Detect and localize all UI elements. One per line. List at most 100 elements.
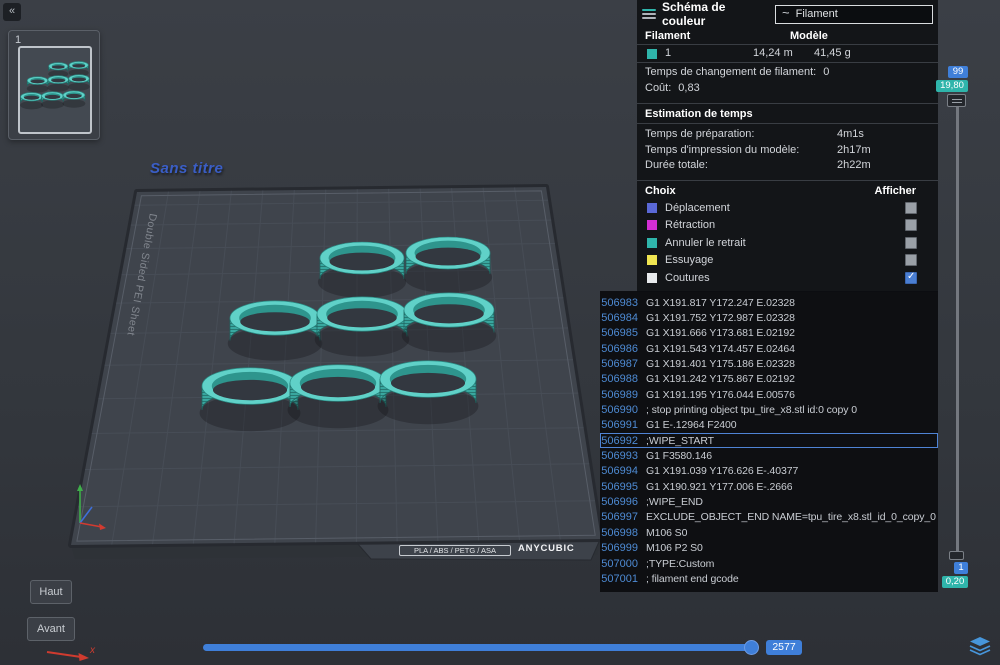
feature-label: Annuler le retrait bbox=[665, 237, 746, 249]
gcode-line-number: 506991 bbox=[600, 419, 646, 431]
gcode-line-text: G1 X191.039 Y176.626 E-.40377 bbox=[646, 465, 798, 477]
gcode-line-number: 507001 bbox=[600, 573, 646, 585]
time-label: Temps de préparation: bbox=[645, 128, 754, 140]
time-label: Temps d'impression du modèle: bbox=[645, 144, 799, 156]
options-list: DéplacementRétractionAnnuler le retraitE… bbox=[637, 200, 938, 288]
stat-label: Temps de changement de filament: bbox=[645, 66, 816, 78]
gcode-line[interactable]: 506999M106 P2 S0 bbox=[600, 541, 938, 556]
gcode-line[interactable]: 506989G1 X191.195 Y176.044 E.00576 bbox=[600, 387, 938, 402]
gcode-line-number: 507000 bbox=[600, 558, 646, 570]
gcode-line[interactable]: 506988G1 X191.242 Y175.867 E.02192 bbox=[600, 372, 938, 387]
move-slider-handle[interactable] bbox=[744, 640, 759, 655]
gcode-line-text: G1 X191.543 Y174.457 E.02464 bbox=[646, 343, 795, 355]
time-value: 2h17m bbox=[837, 144, 871, 156]
layer-slider-handle-bottom[interactable] bbox=[949, 551, 964, 560]
feature-label: Rétraction bbox=[665, 219, 715, 231]
feature-color-swatch bbox=[647, 220, 657, 230]
feature-option-row: Déplacement bbox=[637, 200, 938, 218]
gcode-line-number: 506990 bbox=[600, 404, 646, 416]
gcode-line-number: 506997 bbox=[600, 511, 646, 523]
model-column-label: Modèle bbox=[790, 30, 828, 42]
gcode-line-number: 506993 bbox=[600, 450, 646, 462]
gcode-lines: 506983G1 X191.817 Y172.247 E.02328506984… bbox=[600, 295, 938, 587]
gcode-line[interactable]: 506984G1 X191.752 Y172.987 E.02328 bbox=[600, 310, 938, 325]
move-slider-track[interactable] bbox=[203, 644, 755, 651]
gcode-line[interactable]: 506997EXCLUDE_OBJECT_END NAME=tpu_tire_x… bbox=[600, 510, 938, 525]
gcode-line-text: G1 X190.921 Y177.006 E-.2666 bbox=[646, 481, 792, 493]
feature-visibility-checkbox[interactable] bbox=[905, 237, 917, 249]
gcode-line-text: ;WIPE_START bbox=[646, 435, 714, 447]
gcode-line-number: 506998 bbox=[600, 527, 646, 539]
layer-slider-track[interactable] bbox=[956, 96, 959, 558]
gcode-line-text: ; stop printing object tpu_tire_x8.stl i… bbox=[646, 404, 857, 416]
filament-column-label: Filament bbox=[645, 30, 690, 42]
wave-icon: ~ bbox=[782, 5, 790, 20]
stat-row: Temps de changement de filament: 0 bbox=[645, 66, 930, 82]
gcode-line[interactable]: 507000;TYPE:Custom bbox=[600, 556, 938, 571]
gcode-line-number: 506986 bbox=[600, 343, 646, 355]
gcode-line[interactable]: 506987G1 X191.401 Y175.186 E.02328 bbox=[600, 356, 938, 371]
view-mode-dropdown[interactable]: ~ Filament bbox=[775, 5, 933, 24]
gcode-line[interactable]: 506998M106 S0 bbox=[600, 525, 938, 540]
color-scheme-header: Schéma de couleur ~ Filament bbox=[637, 0, 938, 28]
gcode-line-text: G1 X191.401 Y175.186 E.02328 bbox=[646, 358, 795, 370]
gcode-line-number: 506995 bbox=[600, 481, 646, 493]
gcode-line[interactable]: 506990; stop printing object tpu_tire_x8… bbox=[600, 402, 938, 417]
view-top-button[interactable]: Haut bbox=[30, 580, 72, 604]
layer-top-index-badge: 99 bbox=[948, 66, 968, 78]
app-root: Double Sided PEI Sheet « Sans titre PLA … bbox=[0, 0, 1000, 665]
gcode-line[interactable]: 506992;WIPE_START bbox=[600, 433, 938, 448]
gcode-line[interactable]: 506986G1 X191.543 Y174.457 E.02464 bbox=[600, 341, 938, 356]
layer-slider-handle-top[interactable] bbox=[947, 94, 966, 107]
gcode-line[interactable]: 506983G1 X191.817 Y172.247 E.02328 bbox=[600, 295, 938, 310]
stat-label: Coût: bbox=[645, 82, 671, 94]
feature-visibility-checkbox[interactable] bbox=[905, 254, 917, 266]
gcode-line-number: 506988 bbox=[600, 373, 646, 385]
filament-table-header: Filament Modèle bbox=[637, 28, 938, 45]
feature-option-row: Coutures bbox=[637, 270, 938, 288]
gcode-line[interactable]: 506995G1 X190.921 Y177.006 E-.2666 bbox=[600, 479, 938, 494]
gcode-line-text: ;WIPE_END bbox=[646, 496, 703, 508]
filament-id: 1 bbox=[665, 47, 671, 59]
gcode-line[interactable]: 506991G1 E-.12964 F2400 bbox=[600, 418, 938, 433]
gcode-line-text: M106 P2 S0 bbox=[646, 542, 703, 554]
gcode-line[interactable]: 507001; filament end gcode bbox=[600, 571, 938, 586]
filament-row: 114,24 m41,45 g bbox=[637, 45, 938, 62]
move-slider-value-badge: 2577 bbox=[766, 640, 802, 655]
feature-color-swatch bbox=[647, 203, 657, 213]
plate-thumbnail-render bbox=[20, 48, 90, 132]
layers-icon[interactable] bbox=[968, 636, 992, 657]
feature-visibility-checkbox[interactable] bbox=[905, 272, 917, 284]
gcode-line-text: G1 F3580.146 bbox=[646, 450, 712, 462]
gcode-line-number: 506983 bbox=[600, 297, 646, 309]
filament-color-swatch bbox=[647, 49, 657, 59]
layer-top-height-badge: 19,80 bbox=[936, 80, 968, 92]
feature-color-swatch bbox=[647, 238, 657, 248]
time-rows: Temps de préparation:4m1sTemps d'impress… bbox=[637, 124, 938, 180]
color-scheme-icon bbox=[642, 8, 656, 20]
gcode-line-text: G1 X191.817 Y172.247 E.02328 bbox=[646, 297, 795, 309]
time-row: Durée totale:2h22m bbox=[637, 159, 938, 175]
plate-thumbnail[interactable]: 1 bbox=[8, 30, 100, 140]
gcode-line[interactable]: 506996;WIPE_END bbox=[600, 494, 938, 509]
x-axis-arrow-icon bbox=[45, 645, 93, 663]
color-scheme-title: Schéma de couleur bbox=[662, 0, 769, 28]
gcode-line[interactable]: 506994G1 X191.039 Y176.626 E-.40377 bbox=[600, 464, 938, 479]
view-front-button[interactable]: Avant bbox=[27, 617, 75, 641]
plate-title: Sans titre bbox=[150, 160, 223, 177]
feature-visibility-checkbox[interactable] bbox=[905, 202, 917, 214]
gcode-line-text: EXCLUDE_OBJECT_END NAME=tpu_tire_x8.stl_… bbox=[646, 511, 936, 523]
gcode-line-text: G1 E-.12964 F2400 bbox=[646, 419, 737, 431]
gcode-line-text: G1 X191.752 Y172.987 E.02328 bbox=[646, 312, 795, 324]
feature-label: Coutures bbox=[665, 272, 710, 284]
gcode-panel: 506983G1 X191.817 Y172.247 E.02328506984… bbox=[600, 291, 938, 592]
plate-brand-label: ANYCUBIC bbox=[518, 543, 575, 554]
collapse-sidebar-icon[interactable]: « bbox=[3, 3, 21, 21]
gcode-line-number: 506989 bbox=[600, 389, 646, 401]
feature-visibility-checkbox[interactable] bbox=[905, 219, 917, 231]
time-label: Durée totale: bbox=[645, 159, 708, 171]
stat-value: 0 bbox=[823, 66, 829, 78]
feature-option-row: Rétraction bbox=[637, 217, 938, 235]
gcode-line[interactable]: 506985G1 X191.666 Y173.681 E.02192 bbox=[600, 326, 938, 341]
gcode-line[interactable]: 506993G1 F3580.146 bbox=[600, 448, 938, 463]
